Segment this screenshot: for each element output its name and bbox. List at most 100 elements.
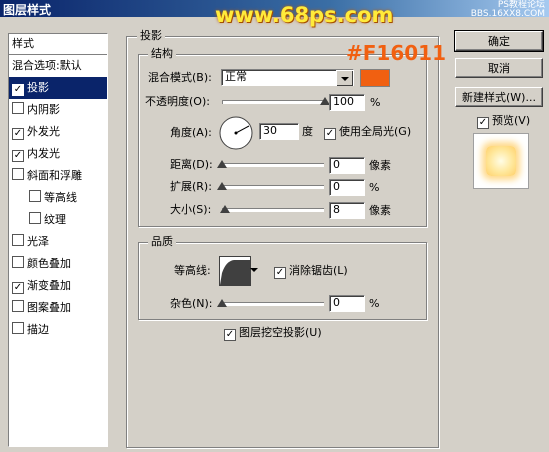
styles-list-item-label: 光泽 bbox=[27, 235, 49, 248]
blend-mode-dropdown-arrow[interactable] bbox=[336, 70, 353, 86]
styles-list-item[interactable]: ✓ 投影 bbox=[9, 77, 107, 99]
styles-list-item[interactable]: 描边 bbox=[9, 319, 107, 341]
blend-mode-label: 混合模式(B): bbox=[148, 71, 212, 84]
styles-list-item-label: 颜色叠加 bbox=[27, 257, 71, 270]
styles-list-header: 样式 bbox=[9, 34, 107, 55]
checkbox-icon[interactable] bbox=[29, 190, 41, 202]
checkbox-icon[interactable] bbox=[12, 234, 24, 246]
noise-slider[interactable] bbox=[222, 302, 324, 306]
global-light-label: 使用全局光(G) bbox=[339, 125, 412, 138]
styles-list-item-label: 描边 bbox=[27, 323, 49, 336]
blend-mode-value: 正常 bbox=[225, 70, 247, 83]
preview-thumbnail bbox=[473, 133, 529, 189]
contour-curve-icon bbox=[220, 260, 250, 285]
global-light-checkbox[interactable]: ✓ 使用全局光(G) bbox=[324, 125, 411, 140]
opacity-input[interactable]: 100 bbox=[329, 94, 365, 111]
contour-label: 等高线: bbox=[174, 264, 211, 277]
styles-list-item[interactable]: ✓ 内发光 bbox=[9, 143, 107, 165]
styles-list-item-label: 内发光 bbox=[27, 147, 60, 160]
spread-label: 扩展(R): bbox=[170, 180, 212, 193]
contour-dropdown-arrow[interactable] bbox=[249, 262, 259, 277]
checkbox-icon[interactable] bbox=[12, 168, 24, 180]
spread-input[interactable]: 0 bbox=[329, 179, 365, 196]
angle-input[interactable]: 30 bbox=[259, 123, 299, 140]
preview-checkbox[interactable]: ✓ 预览(V) bbox=[477, 114, 530, 129]
checkbox-icon[interactable]: ✓ bbox=[274, 267, 286, 279]
color-annotation: #F16011 bbox=[346, 41, 446, 65]
drop-shadow-group-title: 投影 bbox=[137, 29, 165, 42]
styles-list-item-label: 图案叠加 bbox=[27, 301, 71, 314]
size-slider[interactable] bbox=[222, 208, 324, 212]
noise-slider-thumb[interactable] bbox=[217, 299, 227, 307]
distance-slider-thumb[interactable] bbox=[217, 160, 227, 168]
size-unit: 像素 bbox=[369, 204, 391, 217]
size-input[interactable]: 8 bbox=[329, 202, 365, 219]
styles-list-item[interactable]: 混合选项:默认 bbox=[9, 55, 107, 77]
checkbox-icon[interactable]: ✓ bbox=[12, 128, 24, 140]
new-style-button[interactable]: 新建样式(W)... bbox=[455, 87, 543, 107]
distance-label: 距离(D): bbox=[170, 158, 213, 171]
size-slider-thumb[interactable] bbox=[220, 205, 231, 213]
distance-input[interactable]: 0 bbox=[329, 157, 365, 174]
chevron-down-icon bbox=[250, 268, 258, 272]
spread-unit: % bbox=[369, 181, 380, 194]
styles-list: 样式 混合选项:默认 ✓ 投影 内阴影 ✓ 外发光 ✓ 内发光 斜面和浮雕 等高线 纹理 光泽 颜色叠加… bbox=[8, 33, 108, 447]
checkbox-icon[interactable] bbox=[12, 322, 24, 334]
distance-slider[interactable] bbox=[222, 163, 324, 167]
preview-glow-square bbox=[486, 146, 516, 176]
checkbox-icon[interactable]: ✓ bbox=[12, 84, 24, 96]
corner-watermark-line2: BBS.16XX8.COM bbox=[470, 9, 545, 19]
antialias-label: 消除锯齿(L) bbox=[289, 264, 348, 277]
contour-picker[interactable] bbox=[219, 256, 251, 286]
size-label: 大小(S): bbox=[170, 203, 212, 216]
opacity-label: 不透明度(O): bbox=[145, 95, 210, 108]
angle-label: 角度(A): bbox=[170, 126, 212, 139]
spread-slider-thumb[interactable] bbox=[217, 182, 227, 190]
checkbox-icon[interactable]: ✓ bbox=[12, 282, 24, 294]
spread-slider[interactable] bbox=[222, 185, 324, 189]
checkbox-icon[interactable]: ✓ bbox=[224, 329, 236, 341]
ok-button[interactable]: 确定 bbox=[454, 30, 544, 52]
styles-list-item[interactable]: 光泽 bbox=[9, 231, 107, 253]
window-title: 图层样式 bbox=[3, 3, 52, 17]
shadow-color-swatch[interactable] bbox=[360, 69, 390, 87]
checkbox-icon[interactable] bbox=[29, 212, 41, 224]
styles-list-item-label: 外发光 bbox=[27, 125, 60, 138]
knockout-checkbox[interactable]: ✓ 图层挖空投影(U) bbox=[224, 326, 322, 341]
blend-mode-select[interactable]: 正常 bbox=[221, 69, 354, 86]
noise-input[interactable]: 0 bbox=[329, 295, 365, 312]
preview-label: 预览(V) bbox=[492, 114, 531, 127]
styles-list-item[interactable]: 斜面和浮雕 bbox=[9, 165, 107, 187]
styles-list-item-label: 投影 bbox=[27, 81, 49, 94]
styles-list-item[interactable]: 内阴影 bbox=[9, 99, 107, 121]
checkbox-icon[interactable] bbox=[12, 102, 24, 114]
angle-dial[interactable] bbox=[218, 115, 254, 151]
checkbox-icon[interactable]: ✓ bbox=[12, 150, 24, 162]
opacity-slider[interactable] bbox=[222, 100, 326, 104]
noise-unit: % bbox=[369, 297, 380, 310]
styles-list-item[interactable]: 等高线 bbox=[9, 187, 107, 209]
corner-watermark: PS教程论坛 BBS.16XX8.COM bbox=[471, 1, 545, 19]
styles-list-item-label: 混合选项:默认 bbox=[12, 59, 82, 72]
checkbox-icon[interactable] bbox=[12, 300, 24, 312]
checkbox-icon[interactable]: ✓ bbox=[477, 117, 489, 129]
styles-list-item[interactable]: 纹理 bbox=[9, 209, 107, 231]
styles-list-item-label: 渐变叠加 bbox=[27, 279, 71, 292]
styles-list-item-label: 内阴影 bbox=[27, 103, 60, 116]
structure-group-title: 结构 bbox=[148, 47, 176, 60]
chevron-down-icon bbox=[341, 77, 349, 81]
checkbox-icon[interactable]: ✓ bbox=[324, 128, 336, 140]
styles-list-item-label: 等高线 bbox=[44, 191, 77, 204]
styles-list-item[interactable]: ✓ 外发光 bbox=[9, 121, 107, 143]
antialias-checkbox[interactable]: ✓ 消除锯齿(L) bbox=[274, 264, 348, 279]
styles-list-item[interactable]: ✓ 渐变叠加 bbox=[9, 275, 107, 297]
styles-list-item[interactable]: 图案叠加 bbox=[9, 297, 107, 319]
styles-list-item[interactable]: 颜色叠加 bbox=[9, 253, 107, 275]
knockout-label: 图层挖空投影(U) bbox=[239, 326, 322, 339]
quality-group-title: 品质 bbox=[148, 235, 176, 248]
checkbox-icon[interactable] bbox=[12, 256, 24, 268]
opacity-unit: % bbox=[370, 96, 381, 109]
noise-label: 杂色(N): bbox=[170, 297, 213, 310]
styles-list-item-label: 纹理 bbox=[44, 213, 66, 226]
cancel-button[interactable]: 取消 bbox=[455, 58, 543, 78]
